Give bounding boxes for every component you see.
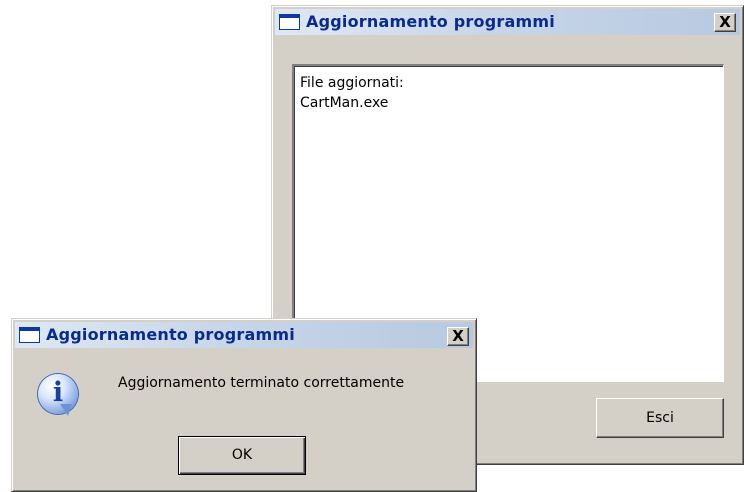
close-icon: X — [452, 327, 464, 345]
ok-button[interactable]: OK — [178, 436, 306, 475]
information-icon-glyph: i — [52, 377, 64, 408]
message-text: Aggiornamento terminato correttamente — [118, 375, 405, 391]
completion-message-box: Aggiornamento programmi X i Aggiornament… — [11, 318, 477, 492]
window-icon — [279, 14, 300, 30]
message-title-bar[interactable]: Aggiornamento programmi X — [15, 322, 473, 348]
close-icon: X — [719, 13, 731, 31]
message-close-button[interactable]: X — [447, 327, 469, 346]
exit-button[interactable]: Esci — [596, 398, 724, 438]
information-icon: i — [38, 374, 78, 416]
message-box-title: Aggiornamento programmi — [46, 325, 295, 344]
window-title: Aggiornamento programmi — [306, 12, 555, 31]
close-button[interactable]: X — [714, 13, 736, 32]
title-bar[interactable]: Aggiornamento programmi X — [275, 9, 740, 35]
file-list-line: CartMan.exe — [300, 95, 389, 111]
window-icon — [19, 327, 40, 343]
file-list-line: File aggiornati: — [300, 75, 404, 91]
